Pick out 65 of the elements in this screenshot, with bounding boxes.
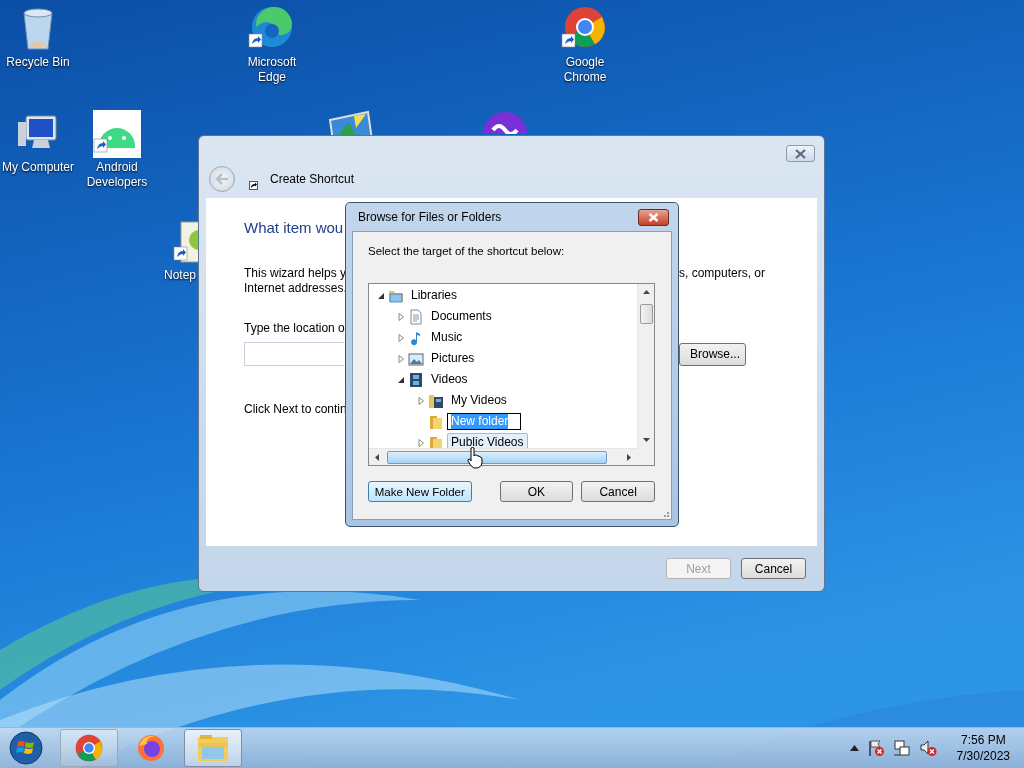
tree-item[interactable]: Libraries (407, 286, 462, 305)
folder-icon (428, 413, 444, 430)
clock-date[interactable]: 7/30/2023 (956, 748, 1010, 764)
collapse-arrow-icon[interactable] (397, 375, 405, 384)
back-arrow-icon (215, 173, 229, 185)
folder-icon (428, 434, 444, 448)
expand-arrow-icon[interactable] (397, 354, 405, 363)
taskbar-button[interactable] (184, 729, 242, 767)
icon-label: Google Chrome (562, 55, 608, 85)
document-icon (408, 308, 424, 325)
tree-item[interactable]: Music (427, 328, 467, 347)
tree-item[interactable]: Documents (427, 307, 496, 326)
expand-arrow-icon[interactable] (417, 438, 425, 447)
close-button[interactable] (786, 145, 815, 162)
show-hidden-icons-arrow-icon[interactable] (849, 745, 859, 751)
browse-button[interactable]: Browse... (679, 342, 746, 366)
close-icon (648, 212, 659, 222)
cancel-button[interactable]: Cancel (581, 481, 655, 502)
down-arrow-icon (642, 438, 650, 442)
expand-arrow-icon[interactable] (397, 312, 405, 321)
scroll-thumb[interactable] (387, 450, 607, 464)
intro-text: s, computers, or (679, 266, 766, 281)
folder-icon (196, 733, 230, 763)
close-button[interactable] (638, 208, 669, 226)
image-icon (408, 350, 424, 367)
up-arrow-icon (642, 290, 650, 294)
round-logo-icon (73, 732, 105, 764)
film-icon (408, 371, 424, 388)
tree-item[interactable]: Public Videos (447, 433, 528, 448)
icon-label: Microsoft Edge (246, 55, 298, 85)
instruction-text: Select the target of the shortcut below: (368, 244, 566, 258)
video-folder-icon (428, 392, 444, 409)
window-title: Create Shortcut (270, 171, 355, 188)
clock-time[interactable]: 7:56 PM (960, 732, 1006, 748)
collapse-arrow-icon[interactable] (377, 291, 385, 300)
cancel-button[interactable]: Cancel (741, 558, 806, 579)
icon-label: Android Developers (85, 160, 149, 190)
shortcut-arrow-icon (249, 181, 258, 190)
tree-item[interactable]: Pictures (427, 349, 479, 368)
expand-arrow-icon[interactable] (417, 396, 425, 405)
fox-globe-icon (135, 732, 167, 764)
icon-label: Recycle Bin (6, 55, 70, 70)
left-arrow-icon (375, 453, 379, 461)
new-folder-button[interactable]: Make New Folder (368, 481, 472, 502)
vertical-scrollbar[interactable] (637, 284, 654, 448)
flag-error-icon[interactable] (866, 739, 885, 757)
expand-arrow-icon[interactable] (397, 333, 405, 342)
wizard-heading: What item wou (244, 218, 344, 238)
tree-item[interactable]: Videos (427, 370, 472, 389)
horizontal-scrollbar[interactable] (369, 448, 637, 465)
right-arrow-icon (627, 453, 631, 461)
network-icon[interactable] (892, 739, 911, 757)
location-field[interactable] (244, 342, 344, 366)
taskbar-button[interactable] (60, 729, 118, 767)
dialog-title: Browse for Files or Folders (358, 210, 502, 224)
intro-text: Internet addresses. (244, 281, 347, 296)
icon-label: My Computer (2, 160, 74, 175)
scroll-thumb[interactable] (639, 304, 653, 324)
close-icon (794, 148, 807, 159)
speaker-muted-icon[interactable] (918, 739, 937, 757)
ok-button[interactable]: OK (499, 481, 574, 502)
start-button[interactable] (6, 728, 46, 768)
field-label: Type the location o (244, 321, 345, 336)
tree-item[interactable]: My Videos (447, 391, 511, 410)
icon-label: Notep (164, 268, 197, 283)
